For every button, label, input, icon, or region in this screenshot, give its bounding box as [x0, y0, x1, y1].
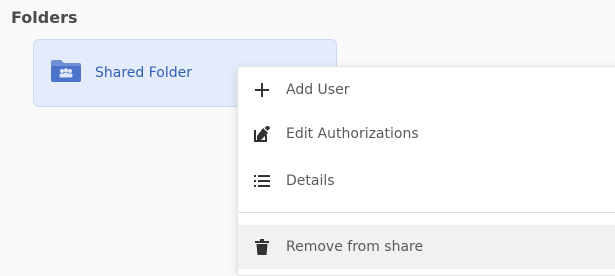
list-icon [253, 172, 271, 190]
edit-icon [253, 125, 271, 143]
menu-item-label: Details [286, 173, 335, 189]
menu-item-add-user[interactable]: Add User [238, 72, 615, 108]
folders-section-title: Folders [11, 8, 78, 27]
folder-context-menu: Add User Edit Authorizations Details Rem… [237, 66, 615, 276]
folder-name-label: Shared Folder [95, 65, 193, 81]
menu-item-details[interactable]: Details [238, 163, 615, 199]
menu-item-label: Edit Authorizations [286, 126, 419, 142]
menu-item-edit-authorizations[interactable]: Edit Authorizations [238, 116, 615, 152]
shared-folder-icon [50, 59, 82, 83]
menu-divider [238, 212, 615, 213]
menu-item-label: Add User [286, 82, 350, 98]
menu-item-label: Remove from share [286, 239, 424, 255]
menu-item-remove-from-share[interactable]: Remove from share [238, 225, 615, 269]
trash-icon [253, 238, 271, 256]
plus-icon [253, 81, 271, 99]
